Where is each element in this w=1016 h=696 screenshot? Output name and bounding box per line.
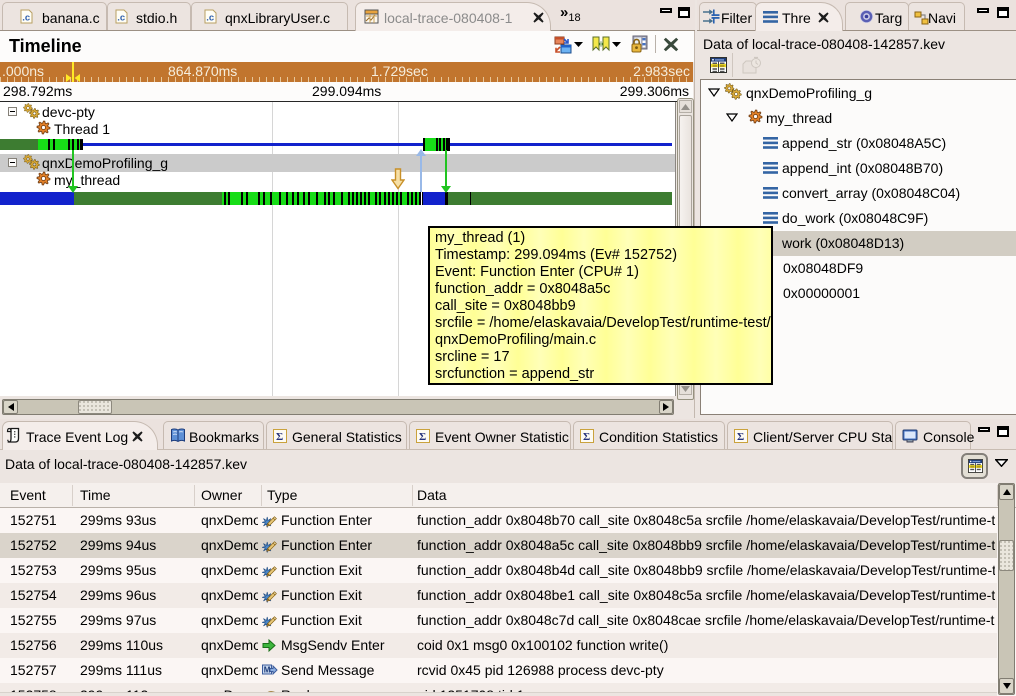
svg-text:.c: .c <box>117 13 125 24</box>
svg-text:.c: .c <box>22 13 30 24</box>
svg-text:Σ: Σ <box>276 431 283 443</box>
svg-text:Σ: Σ <box>583 431 590 443</box>
svg-text:.c: .c <box>206 13 214 24</box>
svg-text:Σ: Σ <box>737 431 744 443</box>
svg-text:Σ: Σ <box>419 431 426 443</box>
